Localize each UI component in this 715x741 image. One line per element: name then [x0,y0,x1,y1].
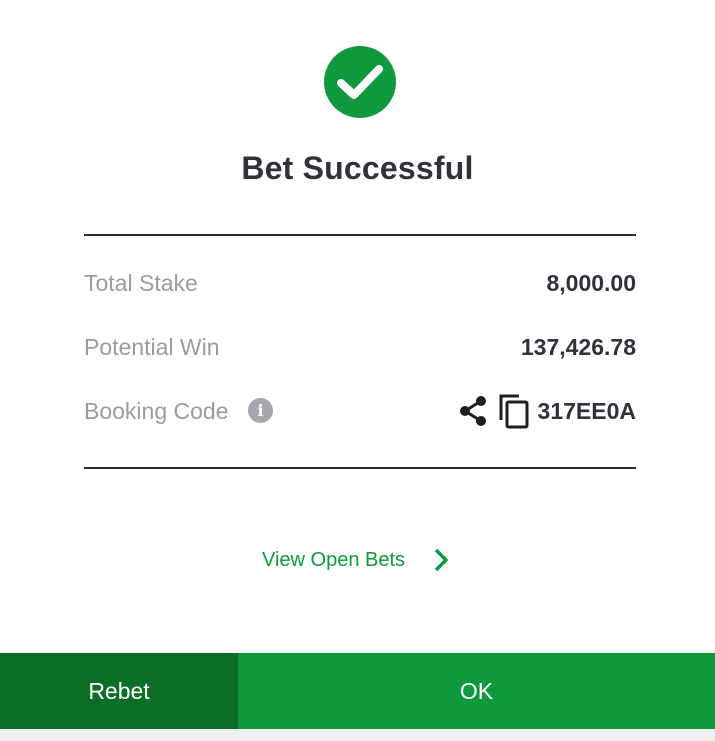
share-icon[interactable] [456,394,490,428]
check-circle-icon [324,46,396,118]
modal-title: Bet Successful [241,150,474,186]
potential-win-row: Potential Win 137,426.78 [84,327,636,367]
info-icon[interactable]: i [248,398,273,423]
rebet-button[interactable]: Rebet [0,653,238,729]
total-stake-value: 8,000.00 [546,270,636,296]
potential-win-value: 137,426.78 [520,334,636,360]
total-stake-row: Total Stake 8,000.00 [84,263,636,303]
ok-button[interactable]: OK [238,653,715,729]
chevron-right-icon [431,547,451,573]
potential-win-label: Potential Win [84,334,220,360]
booking-code-row: Booking Code i 317EE0A [84,391,636,431]
copy-icon[interactable] [498,393,530,429]
booking-code-label: Booking Code [84,398,229,424]
booking-code-value[interactable]: 317EE0A [538,391,636,431]
bet-success-modal: Bet Successful Total Stake 8,000.00 Pote… [0,0,715,729]
divider-top [84,234,636,236]
view-open-bets-link[interactable]: View Open Bets [262,540,451,580]
view-open-bets-label: View Open Bets [262,548,406,571]
total-stake-label: Total Stake [84,270,198,296]
divider-bottom [84,467,636,469]
